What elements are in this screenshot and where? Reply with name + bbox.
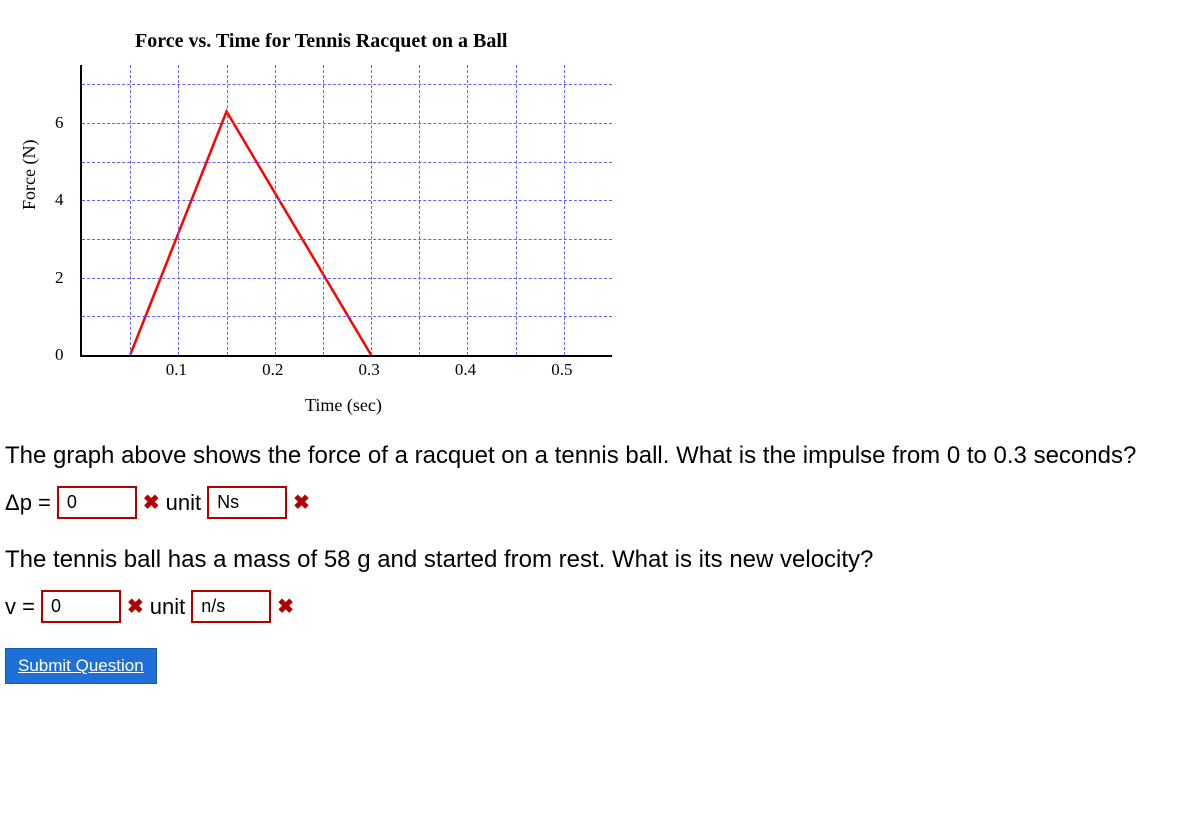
wrong-icon: ✖ (277, 594, 294, 619)
x-tick: 0.5 (551, 360, 572, 380)
y-tick: 2 (55, 268, 64, 288)
y-tick: 6 (55, 113, 64, 133)
answer2-label: v = (5, 594, 35, 620)
force-time-chart: Force vs. Time for Tennis Racquet on a B… (5, 10, 625, 410)
submit-button[interactable]: Submit Question (5, 648, 157, 684)
y-tick: 4 (55, 190, 64, 210)
answer1-unit-label: unit (166, 490, 201, 516)
chart-ylabel: Force (N) (19, 140, 40, 210)
question-1: The graph above shows the force of a rac… (5, 440, 1195, 471)
answer-row-2: v = 0 ✖ unit n/s ✖ (5, 590, 1195, 623)
chart-xlabel: Time (sec) (305, 395, 382, 416)
answer1-label: Δp = (5, 490, 51, 516)
answer-row-1: Δp = 0 ✖ unit Ns ✖ (5, 486, 1195, 519)
answer2-unit-label: unit (150, 594, 185, 620)
wrong-icon: ✖ (127, 594, 144, 619)
wrong-icon: ✖ (293, 490, 310, 515)
answer2-unit-input[interactable]: n/s (191, 590, 271, 623)
chart-plot-area (80, 65, 612, 357)
x-tick: 0.2 (262, 360, 283, 380)
x-tick: 0.1 (166, 360, 187, 380)
answer1-unit-input[interactable]: Ns (207, 486, 287, 519)
answer1-value-input[interactable]: 0 (57, 486, 137, 519)
x-tick: 0.3 (358, 360, 379, 380)
wrong-icon: ✖ (143, 490, 160, 515)
answer2-value-input[interactable]: 0 (41, 590, 121, 623)
x-tick: 0.4 (455, 360, 476, 380)
chart-title: Force vs. Time for Tennis Racquet on a B… (135, 30, 507, 53)
y-tick: 0 (55, 345, 64, 365)
chart-data-line (82, 65, 612, 355)
question-2: The tennis ball has a mass of 58 g and s… (5, 544, 1195, 575)
